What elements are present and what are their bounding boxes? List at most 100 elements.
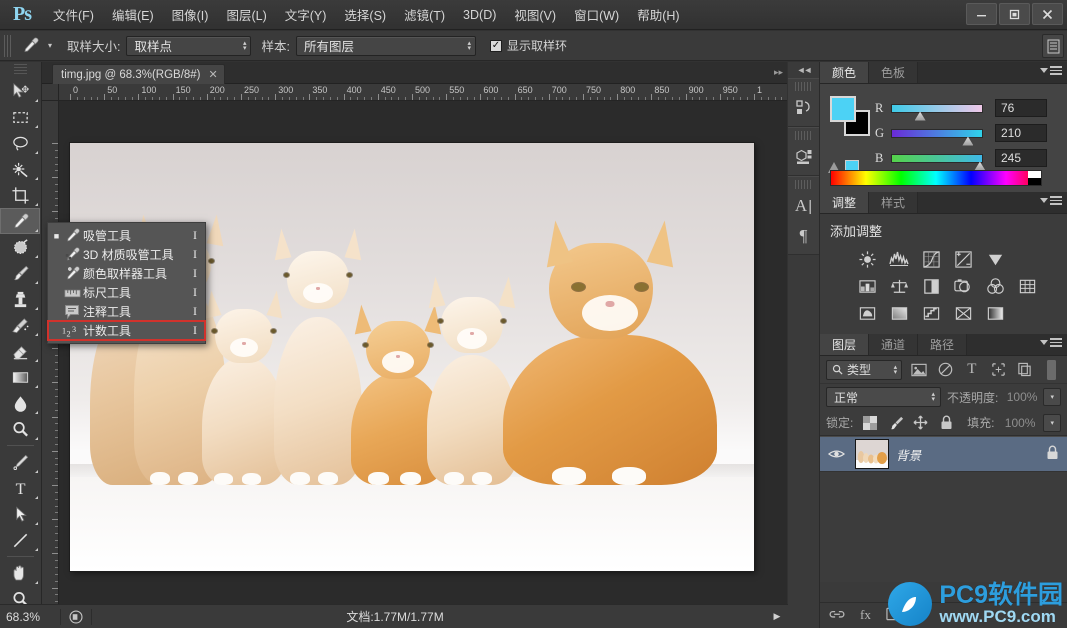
curves-icon[interactable] — [920, 249, 942, 269]
green-slider[interactable] — [891, 128, 983, 146]
workspace-switcher-button[interactable] — [1042, 34, 1064, 58]
tab-color[interactable]: 颜色 — [820, 62, 870, 83]
exposure-icon[interactable] — [952, 249, 974, 269]
brightness-contrast-icon[interactable] — [856, 249, 878, 269]
blend-mode-select[interactable]: 正常 ▴ ▾ — [826, 387, 942, 407]
horizontal-ruler[interactable]: 0 50 100 150 200 250 300 350 400 450 500 550 600 650 7… — [42, 84, 787, 101]
green-value[interactable]: 210 — [995, 124, 1047, 142]
lock-all-icon[interactable] — [938, 414, 955, 432]
menu-select[interactable]: 选择(S) — [335, 0, 395, 29]
photo-filter-icon[interactable] — [952, 276, 974, 296]
menu-edit[interactable]: 编辑(E) — [103, 0, 163, 29]
fill-stepper[interactable]: ▾ — [1043, 413, 1061, 432]
fill-value[interactable]: 100% — [1003, 416, 1036, 430]
threshold-icon[interactable] — [920, 303, 942, 323]
status-expand-arrow-icon[interactable]: ▶ — [766, 611, 788, 622]
lock-transparency-icon[interactable] — [861, 414, 878, 432]
dock-group-grip[interactable] — [795, 180, 812, 189]
path-selection-tool[interactable] — [0, 501, 40, 527]
hand-tool[interactable] — [0, 560, 40, 586]
pen-tool[interactable] — [0, 449, 40, 475]
history-panel-icon[interactable] — [788, 93, 819, 123]
filter-pixel-icon[interactable] — [909, 360, 928, 380]
flyout-item-count[interactable]: 123 计数工具 I — [47, 320, 206, 341]
flyout-item-3d-material-eyedropper[interactable]: 3D 材质吸管工具 I — [48, 245, 205, 264]
tab-adjustments[interactable]: 调整 — [820, 192, 870, 213]
document-canvas[interactable] — [70, 143, 754, 571]
channel-mixer-icon[interactable] — [984, 276, 1006, 296]
history-brush-tool[interactable] — [0, 312, 40, 338]
menu-view[interactable]: 视图(V) — [505, 0, 565, 29]
red-slider[interactable] — [891, 103, 983, 121]
layer-thumbnail[interactable] — [855, 439, 889, 469]
tab-swatches[interactable]: 色板 — [869, 62, 919, 83]
line-shape-tool[interactable] — [0, 527, 40, 553]
close-button[interactable] — [1032, 3, 1063, 25]
adjustments-panel-menu-icon[interactable] — [1040, 196, 1062, 205]
layer-filter-type-select[interactable]: 类型 ▴ ▾ — [826, 359, 903, 380]
blue-slider[interactable] — [891, 153, 986, 171]
hue-saturation-icon[interactable] — [856, 276, 878, 296]
color-lookup-icon[interactable] — [1016, 276, 1038, 296]
options-bar-grip[interactable] — [4, 34, 13, 57]
tab-channels[interactable]: 通道 — [869, 334, 919, 355]
paragraph-panel-icon[interactable]: ¶ — [788, 221, 819, 251]
layers-list-empty-area[interactable] — [820, 472, 1067, 582]
canvas-area[interactable]: 0 50 100 150 200 250 300 350 400 450 500 550 600 650 7… — [42, 84, 787, 604]
document-info-icon[interactable] — [63, 609, 89, 624]
dodge-tool[interactable] — [0, 416, 40, 442]
layers-panel-menu-icon[interactable] — [1040, 338, 1062, 347]
brush-tool[interactable] — [0, 260, 40, 286]
flyout-item-note[interactable]: 注释工具 I — [48, 302, 205, 321]
foreground-color-swatch[interactable] — [830, 96, 856, 122]
tab-styles[interactable]: 样式 — [869, 192, 919, 213]
layer-mask-icon[interactable] — [886, 607, 902, 624]
sample-source-select[interactable]: 所有图层 ▴ ▾ — [295, 35, 476, 56]
color-spectrum-ramp[interactable] — [830, 170, 1042, 186]
eraser-tool[interactable] — [0, 338, 40, 364]
crop-tool[interactable] — [0, 182, 40, 208]
eyedropper-tool-flyout-menu[interactable]: ■ 吸管工具 I 3D 材质吸管工具 I 颜色取样器工具 I 标尺工具 I 注释… — [47, 222, 206, 344]
show-sampling-ring-checkbox[interactable]: ✓ 显示取样环 — [489, 37, 567, 54]
menu-3d[interactable]: 3D(D) — [454, 3, 505, 27]
maximize-button[interactable] — [999, 3, 1030, 25]
lasso-tool[interactable] — [0, 130, 40, 156]
green-slider-thumb[interactable] — [962, 136, 974, 146]
tools-panel-grip[interactable] — [14, 64, 27, 76]
tab-layers[interactable]: 图层 — [820, 334, 870, 355]
posterize-icon[interactable] — [888, 303, 910, 323]
layer-filter-toggle[interactable] — [1042, 359, 1061, 380]
color-panel-menu-icon[interactable] — [1040, 66, 1062, 75]
tool-preset-chevron-icon[interactable]: ▾ — [43, 34, 57, 58]
red-slider-thumb[interactable] — [914, 111, 926, 121]
opacity-stepper[interactable]: ▾ — [1043, 388, 1061, 406]
dock-group-grip[interactable] — [795, 131, 812, 140]
filter-adjustment-icon[interactable] — [936, 360, 955, 380]
eyedropper-tool[interactable] — [0, 208, 40, 234]
healing-brush-tool[interactable] — [0, 234, 40, 260]
menu-file[interactable]: 文件(F) — [44, 0, 103, 29]
gradient-map-icon[interactable] — [984, 303, 1006, 323]
dock-group-grip[interactable] — [795, 82, 812, 91]
menu-window[interactable]: 窗口(W) — [565, 0, 628, 29]
vibrance-icon[interactable] — [984, 249, 1006, 269]
filter-type-icon[interactable]: T — [962, 360, 981, 380]
link-layers-icon[interactable] — [829, 607, 845, 624]
menu-type[interactable]: 文字(Y) — [276, 0, 336, 29]
gradient-tool[interactable] — [0, 364, 40, 390]
flyout-item-eyedropper[interactable]: ■ 吸管工具 I — [48, 226, 205, 245]
invert-icon[interactable] — [856, 303, 878, 323]
blur-tool[interactable] — [0, 390, 40, 416]
flyout-item-ruler[interactable]: 标尺工具 I — [48, 283, 205, 302]
menu-layer[interactable]: 图层(L) — [217, 0, 275, 29]
filter-shape-icon[interactable] — [989, 360, 1008, 380]
document-tab[interactable]: timg.jpg @ 68.3%(RGB/8#) ✕ — [52, 64, 225, 84]
menu-help[interactable]: 帮助(H) — [628, 0, 688, 29]
move-tool[interactable] — [0, 78, 40, 104]
properties-panel-icon[interactable] — [788, 142, 819, 172]
tabbar-expand-icon[interactable]: ▸▸ — [774, 67, 783, 78]
rectangular-marquee-tool[interactable] — [0, 104, 40, 130]
type-tool[interactable]: T — [0, 475, 40, 501]
lock-image-icon[interactable] — [887, 414, 904, 432]
lock-position-icon[interactable] — [912, 414, 929, 432]
